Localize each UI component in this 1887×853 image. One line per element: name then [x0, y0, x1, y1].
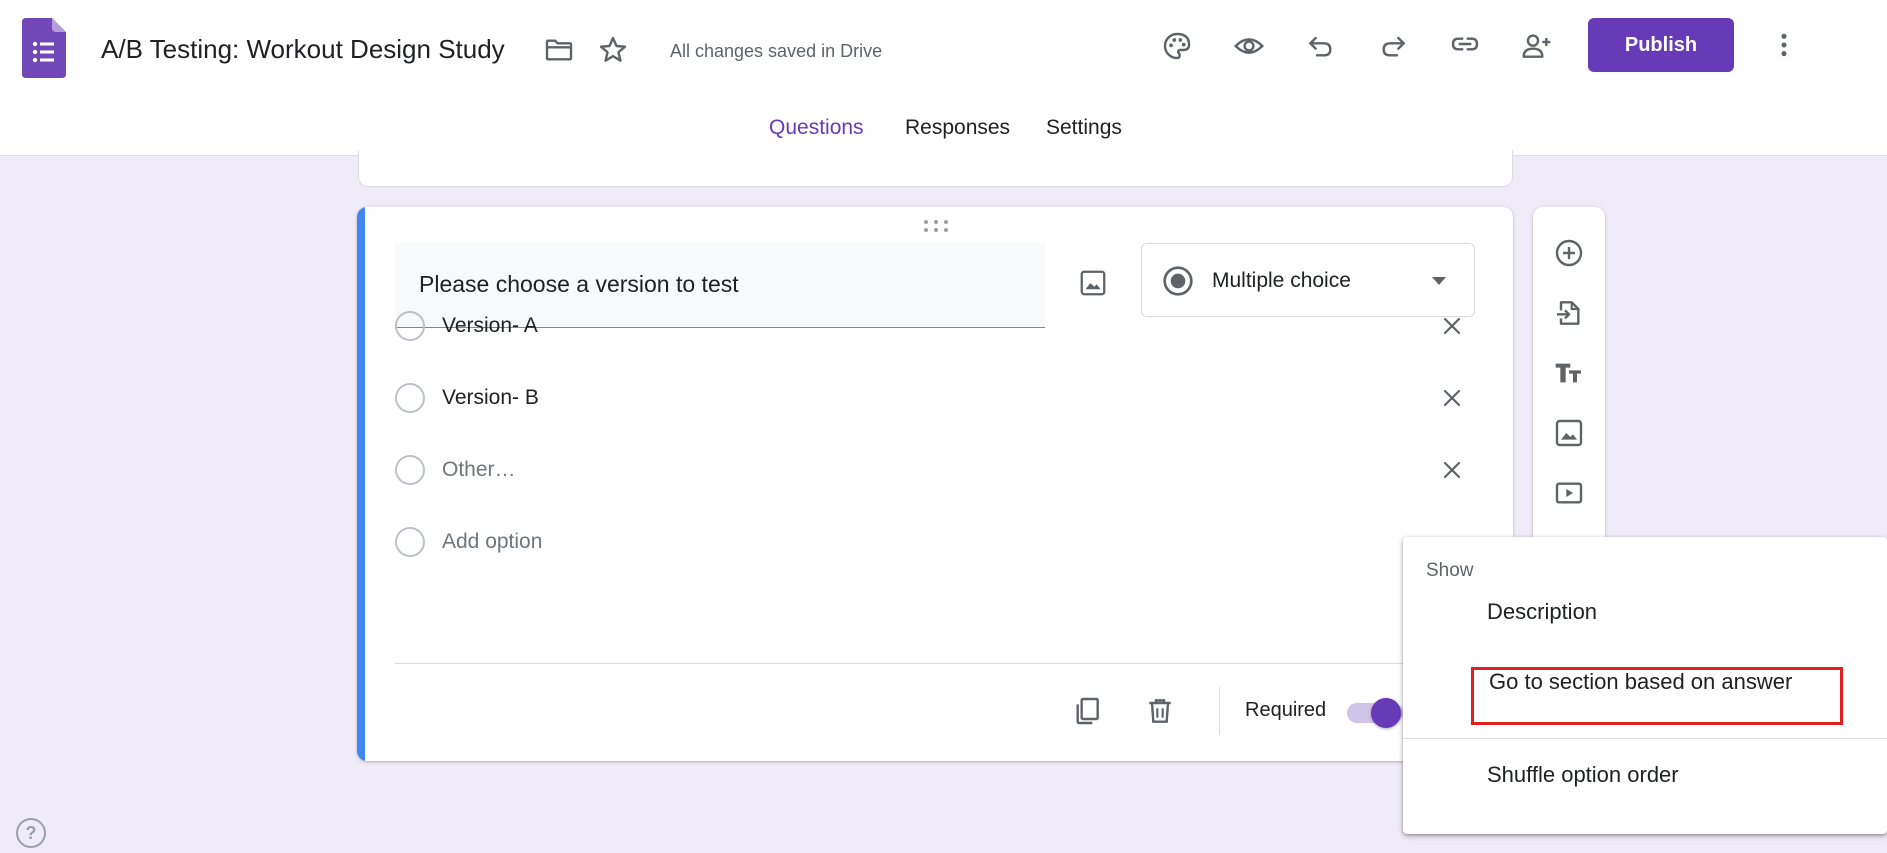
close-icon[interactable] [1432, 378, 1472, 418]
add-image-icon[interactable] [1545, 409, 1593, 457]
question-toolbar [1533, 207, 1605, 547]
required-label: Required [1245, 699, 1327, 721]
more-options-menu: Show Description Go to section based on … [1403, 537, 1887, 834]
add-image-icon[interactable] [1069, 259, 1117, 307]
menu-item-label: Description [1487, 599, 1598, 624]
close-icon[interactable] [1432, 306, 1472, 346]
option-label[interactable]: Version- A [442, 314, 538, 338]
close-icon[interactable] [1432, 450, 1472, 490]
radio-circle-icon [395, 527, 425, 557]
more-vert-icon[interactable] [1764, 25, 1804, 65]
menu-item-label: Go to section based on answer [1489, 669, 1793, 694]
publish-button[interactable]: Publish [1588, 18, 1734, 72]
palette-icon[interactable] [1157, 26, 1197, 66]
question-type-label: Multiple choice [1212, 269, 1351, 292]
forms-logo-icon[interactable] [22, 18, 66, 78]
radio-button-icon [1163, 266, 1193, 296]
duplicate-icon[interactable] [1065, 689, 1109, 733]
undo-icon[interactable] [1301, 26, 1341, 66]
previous-question-card[interactable] [358, 150, 1513, 187]
link-icon[interactable] [1445, 24, 1485, 64]
radio-circle-icon [395, 455, 425, 485]
option-row-other[interactable]: Other… [395, 445, 1485, 495]
delete-icon[interactable] [1138, 689, 1182, 733]
import-questions-icon[interactable] [1545, 289, 1593, 337]
menu-item-go-to-section[interactable]: Go to section based on answer [1403, 664, 1887, 728]
chevron-down-icon [1432, 277, 1446, 285]
tab-settings[interactable]: Settings [1046, 116, 1122, 140]
folder-icon[interactable] [539, 30, 579, 70]
option-row[interactable]: Version- A [395, 301, 1485, 351]
menu-divider [1403, 738, 1887, 739]
add-collaborator-icon[interactable] [1517, 26, 1557, 66]
question-title-text: Please choose a version to test [419, 271, 739, 297]
app-header: A/B Testing: Workout Design Study All ch… [0, 0, 1887, 156]
menu-item-description[interactable]: Description [1403, 579, 1887, 643]
tab-responses[interactable]: Responses [905, 116, 1010, 140]
menu-item-shuffle-option-order[interactable]: Shuffle option order [1403, 742, 1887, 806]
radio-circle-icon [395, 383, 425, 413]
radio-circle-icon [395, 311, 425, 341]
drag-handle-icon[interactable] [922, 219, 950, 233]
preview-eye-icon[interactable] [1229, 26, 1269, 66]
active-card-indicator [357, 207, 365, 761]
question-card[interactable]: Please choose a version to test Multiple… [357, 207, 1513, 761]
option-label-other[interactable]: Other… [442, 458, 516, 482]
footer-divider [395, 663, 1475, 664]
add-option-row[interactable]: Add option [395, 517, 1485, 567]
save-status: All changes saved in Drive [670, 41, 883, 61]
tab-questions[interactable]: Questions [769, 116, 864, 140]
footer-separator [1219, 687, 1220, 735]
redo-icon[interactable] [1373, 26, 1413, 66]
form-title[interactable]: A/B Testing: Workout Design Study [101, 34, 505, 65]
add-question-icon[interactable] [1545, 229, 1593, 277]
option-label[interactable]: Version- B [442, 386, 539, 410]
required-toggle-knob[interactable] [1371, 698, 1401, 728]
add-option-link[interactable]: Add option [442, 530, 542, 554]
option-row[interactable]: Version- B [395, 373, 1485, 423]
menu-item-label: Shuffle option order [1487, 762, 1679, 787]
add-title-icon[interactable] [1545, 349, 1593, 397]
help-icon[interactable]: ? [16, 818, 46, 848]
add-video-icon[interactable] [1545, 469, 1593, 517]
star-icon[interactable] [593, 30, 633, 70]
